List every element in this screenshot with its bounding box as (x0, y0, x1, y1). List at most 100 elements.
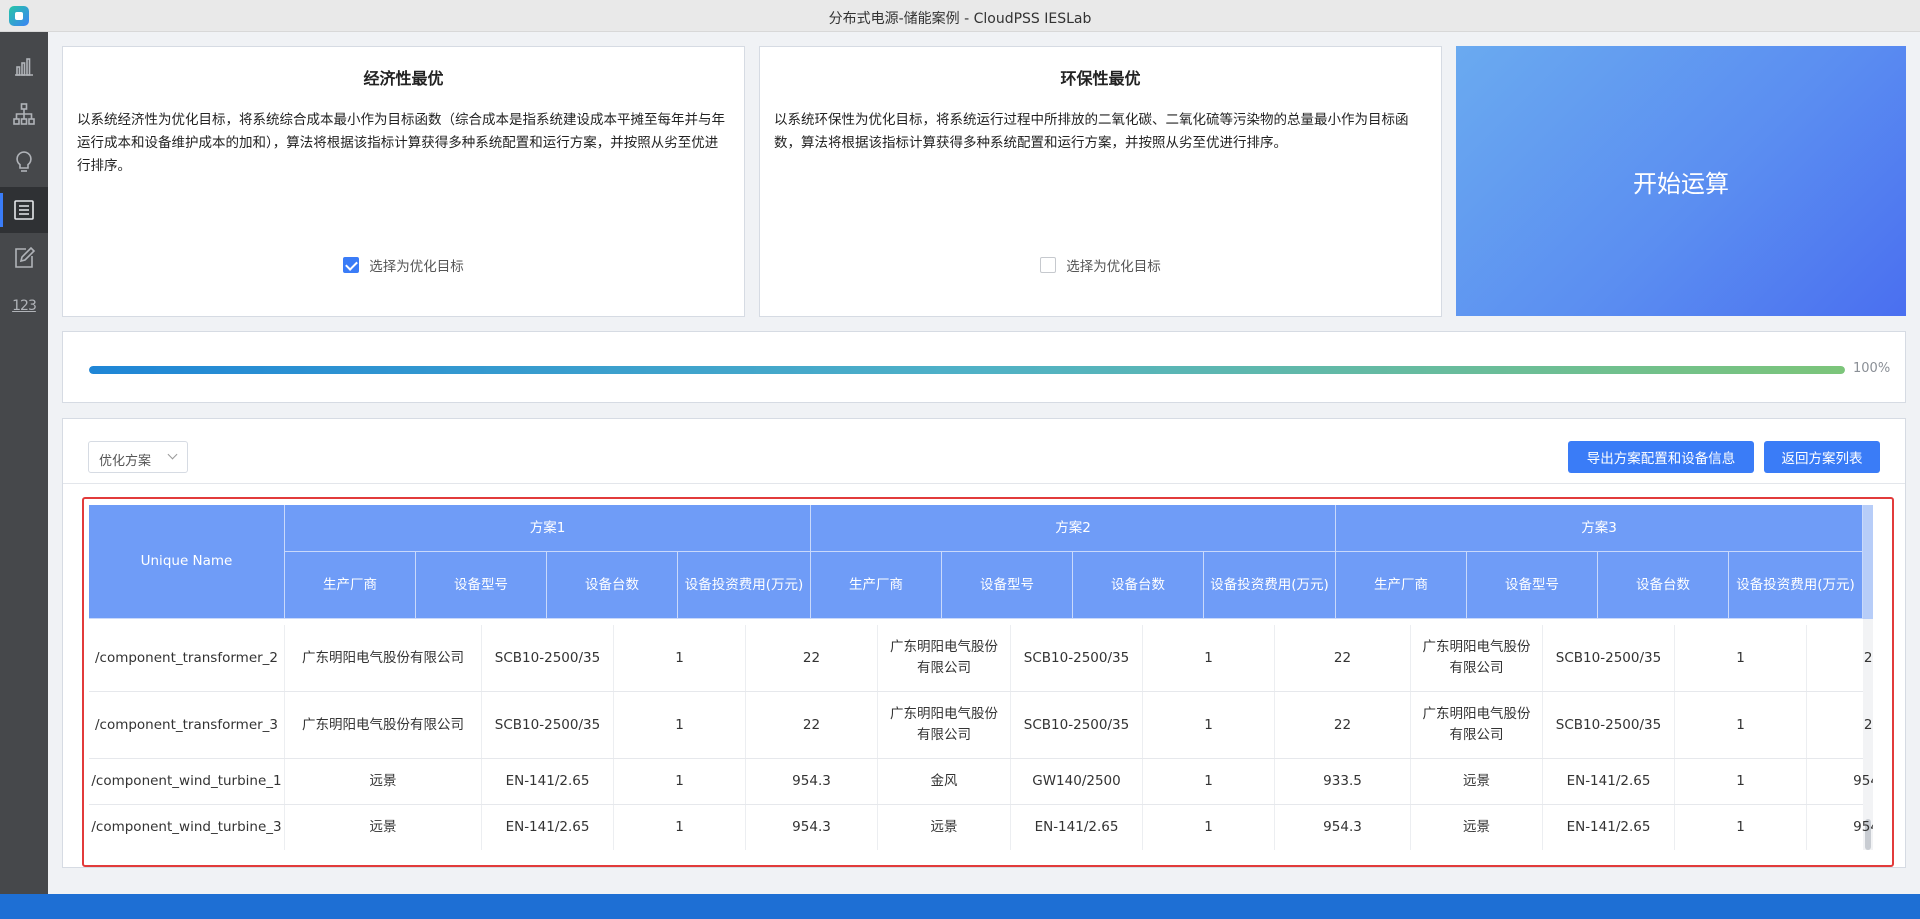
sidebar-item-results[interactable] (0, 187, 48, 233)
table-cell: 1 (1675, 692, 1807, 758)
environmental-optimal-card: 环保性最优 以系统环保性为优化目标，将系统运行过程中所排放的二氧化碳、二氧化硫等… (759, 46, 1442, 317)
table-cell: 22 (746, 692, 878, 758)
sidebar-item-ideas[interactable] (0, 139, 48, 185)
subheader-quantity: 设备台数 (1598, 552, 1729, 619)
table-row[interactable]: /component_wind_turbine_3 远景 EN-141/2.65 1 9… (89, 805, 1873, 850)
environmental-checkbox[interactable] (1040, 257, 1057, 273)
header-scheme-3: 方案3 (1336, 505, 1863, 552)
table-cell: 1 (1675, 625, 1807, 691)
divider (63, 483, 1905, 484)
economic-description: 以系统经济性为优化目标，将系统综合成本最小作为目标函数（综合成本是指系统建设成本… (77, 112, 725, 174)
table-cell: 954.3 (746, 759, 878, 804)
table-cell: 广东明阳电气股份有限公司 (285, 692, 482, 758)
bar-chart-icon (15, 58, 33, 76)
table-cell: 1 (1143, 692, 1275, 758)
economic-checkbox-row[interactable]: 选择为优化目标 (63, 255, 744, 275)
sidebar-item-edit[interactable] (0, 235, 48, 281)
table-cell: 广东明阳电气股份有限公司 (878, 692, 1011, 758)
environmental-checkbox-label: 选择为优化目标 (1066, 259, 1161, 275)
table-cell: 广东明阳电气股份有限公司 (1411, 692, 1543, 758)
table-cell: 22 (1275, 692, 1411, 758)
table-row[interactable]: /component_wind_turbine_1 远景 EN-141/2.65 1 9… (89, 759, 1873, 805)
table-cell: 954.3 (746, 805, 878, 850)
subheader-investment: 设备投资费用(万元) (1729, 552, 1863, 619)
table-cell: 金风 (878, 759, 1011, 804)
table-cell: 1 (614, 759, 746, 804)
subheader-quantity: 设备台数 (1073, 552, 1204, 619)
document-list-icon (14, 200, 34, 220)
table-cell: 22 (1275, 625, 1411, 691)
table-cell: 1 (614, 692, 746, 758)
table-cell: 954.3 (1807, 759, 1873, 804)
table-cell: 远景 (878, 805, 1011, 850)
table-cell: 远景 (285, 759, 482, 804)
table-cell: SCB10-2500/35 (1011, 625, 1143, 691)
title-bar: 分布式电源-储能案例 - CloudPSS IESLab (0, 0, 1920, 32)
sidebar: 123 (0, 32, 48, 894)
subheader-model: 设备型号 (416, 552, 547, 619)
environmental-checkbox-row[interactable]: 选择为优化目标 (760, 255, 1441, 275)
economic-checkbox[interactable] (343, 257, 360, 273)
table-cell: 广东明阳电气股份有限公司 (1411, 625, 1543, 691)
chevron-down-icon (167, 449, 178, 460)
window-title: 分布式电源-储能案例 - CloudPSS IESLab (828, 11, 1092, 27)
sidebar-item-topology[interactable] (0, 91, 48, 137)
table-cell: SCB10-2500/35 (482, 692, 614, 758)
table-cell: EN-141/2.65 (1543, 805, 1675, 850)
subheader-investment: 设备投资费用(万元) (1204, 552, 1336, 619)
progress-percent: 100% (1853, 361, 1891, 376)
back-to-list-button[interactable]: 返回方案列表 (1764, 441, 1880, 473)
sidebar-item-numbers[interactable]: 123 (0, 283, 48, 329)
header-scheme-1: 方案1 (285, 505, 811, 552)
export-config-button[interactable]: 导出方案配置和设备信息 (1568, 441, 1754, 473)
table-cell: EN-141/2.65 (482, 759, 614, 804)
edit-document-icon (15, 246, 36, 268)
table-cell: 远景 (285, 805, 482, 850)
table-row[interactable]: /component_transformer_2 广东明阳电气股份有限公司 SCB1… (89, 625, 1873, 692)
progress-bar (89, 366, 1845, 374)
cell-unique-name: /component_transformer_3 (89, 692, 285, 758)
table-cell: SCB10-2500/35 (482, 625, 614, 691)
table-cell: 954.3 (1807, 805, 1873, 850)
table-cell: 广东明阳电气股份有限公司 (285, 625, 482, 691)
scheme-dropdown[interactable]: 优化方案 (88, 441, 188, 473)
table-cell: 1 (614, 625, 746, 691)
cell-unique-name: /component_transformer_2 (89, 625, 285, 691)
economic-optimal-card: 经济性最优 以系统经济性为优化目标，将系统综合成本最小作为目标函数（综合成本是指… (62, 46, 745, 317)
progress-card: 100% (62, 331, 1906, 403)
start-calculation-button[interactable]: 开始运算 (1456, 46, 1906, 316)
table-cell: SCB10-2500/35 (1543, 625, 1675, 691)
table-cell: 22 (746, 625, 878, 691)
table-cell: 22 (1807, 692, 1873, 758)
progress-bar-fill (89, 366, 1845, 374)
table-cell: SCB10-2500/35 (1011, 692, 1143, 758)
table-row[interactable]: /component_transformer_3 广东明阳电气股份有限公司 SCB1… (89, 692, 1873, 759)
subheader-quantity: 设备台数 (547, 552, 678, 619)
numbers-icon: 123 (12, 298, 37, 314)
table-cell: EN-141/2.65 (482, 805, 614, 850)
table-cell: 远景 (1411, 805, 1543, 850)
header-scrollbar (1863, 505, 1873, 619)
table-cell: 22 (1807, 625, 1873, 691)
subheader-manufacturer: 生产厂商 (811, 552, 942, 619)
table-cell: 1 (1675, 759, 1807, 804)
table-cell: 954.3 (1275, 805, 1411, 850)
hierarchy-icon (13, 103, 35, 125)
subheader-model: 设备型号 (942, 552, 1073, 619)
scheme-dropdown-value: 优化方案 (99, 454, 152, 469)
results-table: Unique Name 方案1 生产厂商 设备型号 设备台数 设备投资费用(万元) 方案2… (89, 505, 1873, 850)
sidebar-item-chart[interactable] (0, 43, 48, 89)
subheader-model: 设备型号 (1467, 552, 1598, 619)
environmental-description: 以系统环保性为优化目标，将系统运行过程中所排放的二氧化碳、二氧化硫等污染物的总量… (774, 112, 1409, 151)
table-cell: 1 (1675, 805, 1807, 850)
table-cell: GW140/2500 (1011, 759, 1143, 804)
cell-unique-name: /component_wind_turbine_1 (89, 759, 285, 804)
economic-checkbox-label: 选择为优化目标 (369, 259, 464, 275)
economic-title: 经济性最优 (363, 69, 444, 88)
table-cell: 933.5 (1275, 759, 1411, 804)
table-cell: EN-141/2.65 (1543, 759, 1675, 804)
header-unique-name: Unique Name (89, 505, 285, 619)
table-cell: 远景 (1411, 759, 1543, 804)
table-cell: SCB10-2500/35 (1543, 692, 1675, 758)
header-scheme-2: 方案2 (811, 505, 1336, 552)
